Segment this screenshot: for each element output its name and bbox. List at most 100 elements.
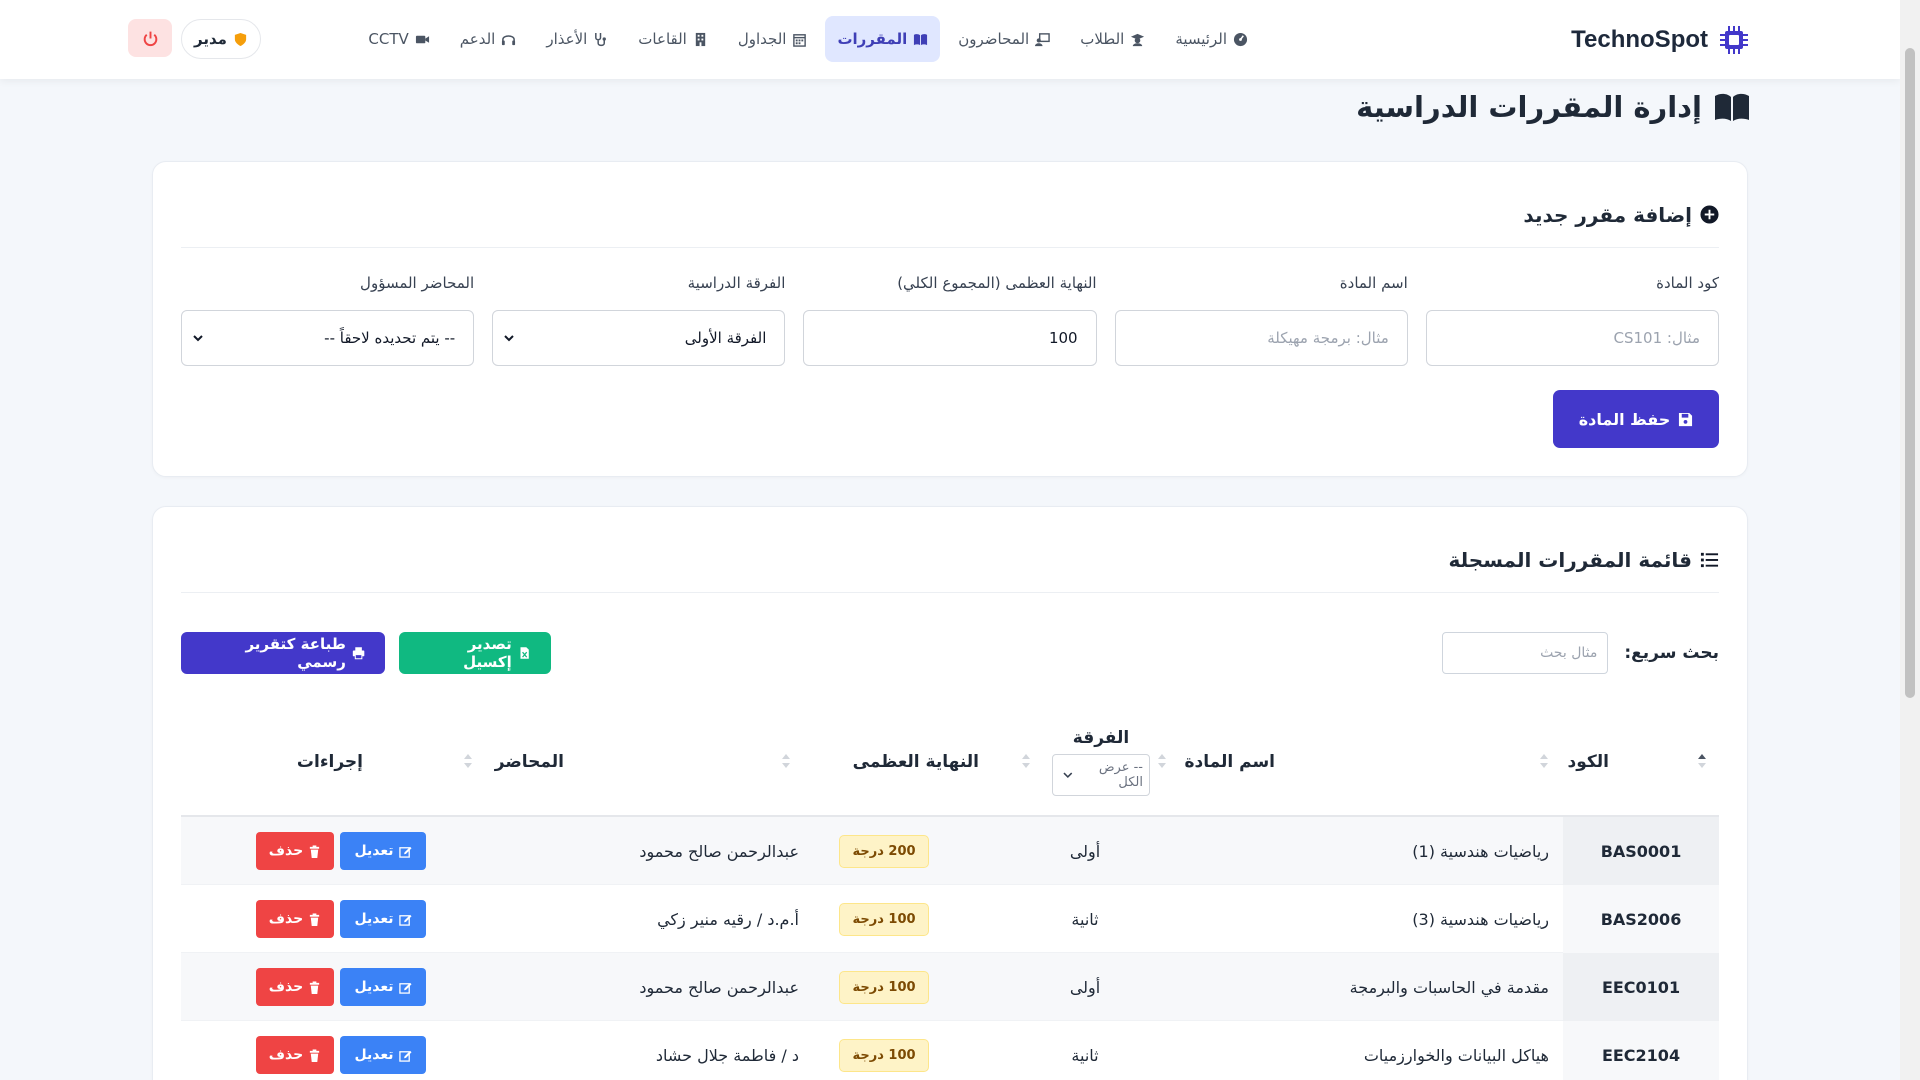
col-actions-label: إجراءات (296, 752, 363, 772)
course-list-header: قائمة المقررات المسجلة (181, 537, 1719, 593)
course-name-input[interactable] (1114, 310, 1408, 366)
max-grade-group: النهاية العظمى (المجموع الكلي) (803, 274, 1097, 366)
edit-button[interactable]: تعديل (340, 968, 426, 1006)
edit-label: تعديل (354, 979, 394, 995)
sort-icon[interactable] (1157, 753, 1167, 769)
course-list-title: قائمة المقررات المسجلة (1448, 547, 1693, 572)
col-code[interactable]: الكود (1568, 707, 1609, 817)
nav-item-students[interactable]: الطلاب (1068, 16, 1157, 62)
delete-button[interactable]: حذف (256, 968, 334, 1006)
trash-icon (310, 980, 320, 994)
col-name-label: اسم المادة (1184, 752, 1275, 772)
chip-icon (1720, 26, 1748, 54)
nav-item-courses[interactable]: المقررات (825, 16, 941, 62)
nav-label: المحاضرون (958, 30, 1030, 48)
table-header: الكود اسم المادة الفرقة -- عرض الكل النه… (181, 707, 1719, 817)
edit-button[interactable]: تعديل (340, 900, 426, 938)
delete-label: حذف (268, 843, 304, 859)
lecturer-select[interactable]: -- يتم تحديده لاحقاً -- (180, 310, 475, 366)
dashboard-icon (1233, 32, 1248, 46)
col-lecturer-label: المحاضر (494, 752, 564, 772)
sort-icon[interactable] (781, 753, 791, 769)
level-selected: الفرقة الأولى (684, 329, 767, 347)
nav-item-lecturers[interactable]: المحاضرون (946, 16, 1062, 62)
edit-label: تعديل (354, 911, 394, 927)
col-level-label: الفرقة (1072, 728, 1130, 748)
trash-icon (310, 844, 320, 858)
sort-icon[interactable] (1539, 753, 1549, 769)
max-grade-input[interactable] (803, 310, 1097, 366)
scrollbar-thumb[interactable] (1905, 48, 1915, 698)
list-toolbar: بحث سريع: طباعة كتقرير رسمي تصدير إكسيل (181, 631, 1719, 675)
course-code-group: كود المادة (1425, 274, 1719, 366)
cell-lecturer: د / فاطمة جلال حشاد (655, 1045, 799, 1065)
logout-button[interactable] (128, 19, 172, 57)
page-title: إدارة المقررات الدراسية (1356, 86, 1750, 128)
user-role-badge[interactable]: مدير (181, 19, 261, 59)
print-report-button[interactable]: طباعة كتقرير رسمي (181, 632, 385, 674)
course-code-input[interactable] (1425, 310, 1719, 366)
page-title-text: إدارة المقررات الدراسية (1356, 90, 1702, 124)
max-grade-badge: 100 درجة (839, 1038, 929, 1072)
col-name[interactable]: اسم المادة (1184, 707, 1275, 817)
nav-item-support[interactable]: الدعم (448, 16, 529, 62)
cell-actions: حذف تعديل (251, 885, 431, 953)
list-icon (1700, 552, 1719, 568)
search-label: بحث سريع: (1624, 643, 1719, 663)
sort-icon[interactable] (463, 753, 473, 769)
edit-icon (398, 982, 412, 994)
edit-icon (398, 914, 412, 926)
cell-actions: حذف تعديل (251, 817, 431, 885)
nav-label: الأعذار (546, 30, 588, 48)
export-excel-label: تصدير إكسيل (463, 635, 512, 671)
save-course-label: حفظ المادة (1578, 409, 1671, 429)
col-code-label: الكود (1567, 752, 1609, 772)
delete-label: حذف (268, 979, 304, 995)
export-excel-button[interactable]: تصدير إكسيل (399, 632, 551, 674)
col-max[interactable]: النهاية العظمى (853, 707, 979, 817)
nav-item-home[interactable]: الرئيسية (1163, 16, 1260, 62)
nav-item-cctv[interactable]: CCTV (356, 16, 441, 62)
chevron-down-icon (193, 335, 203, 342)
page-scrollbar[interactable] (1900, 0, 1920, 1080)
nav-item-halls[interactable]: القاعات (626, 16, 720, 62)
nav-label: الرئيسية (1175, 30, 1227, 48)
brand[interactable]: TechnoSpot (1571, 20, 1750, 60)
chevron-down-icon (504, 335, 514, 342)
search-input[interactable] (1442, 632, 1609, 674)
delete-button[interactable]: حذف (256, 900, 334, 938)
nav-item-excuses[interactable]: الأعذار (534, 16, 620, 62)
graduate-icon (1131, 33, 1145, 46)
nav-item-schedules[interactable]: الجداول (726, 16, 820, 62)
cell-lecturer: عبدالرحمن صالح محمود (639, 977, 799, 997)
nav-label: المقررات (837, 30, 908, 48)
edit-button[interactable]: تعديل (340, 832, 426, 870)
add-course-title: إضافة مقرر جديد (1523, 202, 1692, 227)
save-course-button[interactable]: حفظ المادة (1553, 390, 1719, 448)
building-icon (695, 32, 706, 46)
print-report-label: طباعة كتقرير رسمي (245, 635, 346, 671)
nav-label: القاعات (638, 30, 687, 48)
delete-label: حذف (268, 911, 304, 927)
nav-label: الدعم (459, 30, 496, 48)
edit-label: تعديل (354, 843, 394, 859)
lecturer-selected: -- يتم تحديده لاحقاً -- (324, 329, 456, 347)
cell-level: ثانية (1071, 1045, 1099, 1065)
level-filter-select[interactable]: -- عرض الكل (1052, 754, 1150, 796)
shield-icon (234, 32, 247, 46)
teacher-icon (1035, 32, 1050, 46)
delete-button[interactable]: حذف (256, 1036, 334, 1074)
cell-code: EEC2104 (1563, 1021, 1719, 1080)
sort-asc-icon[interactable] (1697, 753, 1707, 769)
video-icon (415, 35, 429, 43)
cell-name: مقدمة في الحاسبات والبرمجة (1349, 977, 1549, 997)
cell-level: أولى (1069, 841, 1101, 861)
courses-table: الكود اسم المادة الفرقة -- عرض الكل النه… (181, 707, 1719, 1080)
sort-icon[interactable] (1021, 753, 1031, 769)
edit-button[interactable]: تعديل (340, 1036, 426, 1074)
cell-lecturer: عبدالرحمن صالح محمود (639, 841, 799, 861)
level-select[interactable]: الفرقة الأولى (492, 310, 786, 366)
max-grade-badge: 100 درجة (839, 902, 929, 936)
delete-button[interactable]: حذف (256, 832, 334, 870)
col-lecturer[interactable]: المحاضر (495, 707, 564, 817)
